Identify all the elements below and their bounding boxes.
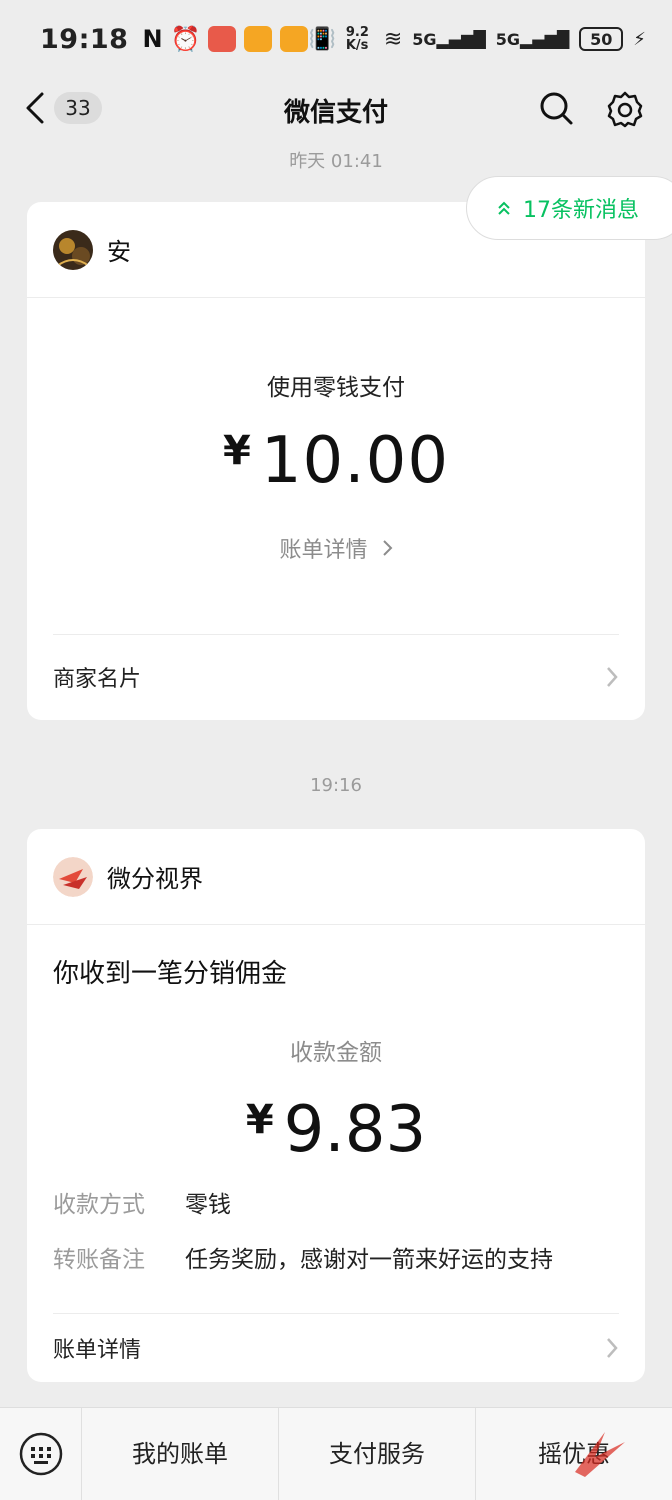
amount-label: 收款金额 xyxy=(290,1040,382,1066)
currency-symbol: ¥ xyxy=(245,1097,274,1143)
weibo-icon xyxy=(280,26,309,52)
nfc-icon: N xyxy=(142,25,163,53)
status-notification-icons: N ⏰ xyxy=(142,25,309,53)
signal-5g-icon: 5G▂▄▆█ xyxy=(495,29,570,49)
status-system-icons: 📳 9.2 K/s ≋ 5G▂▄▆█ 5G▂▄▆█ 50 ⚡ xyxy=(308,26,645,52)
amount-value: 10.00 xyxy=(260,424,450,498)
payment-method-value: 零钱 xyxy=(185,1192,231,1218)
gear-icon xyxy=(607,91,643,128)
card-header: 微分视界 xyxy=(27,829,645,925)
transfer-note-row: 转账备注 任务奖励，感谢对一箭来好运的支持 xyxy=(53,1240,553,1274)
new-messages-label: 17条新消息 xyxy=(523,198,639,223)
message-timestamp: 昨天 01:41 xyxy=(289,151,383,172)
menu-my-bills[interactable]: 我的账单 xyxy=(82,1407,279,1500)
search-icon xyxy=(540,92,573,125)
chevron-right-icon xyxy=(607,667,618,687)
search-button[interactable] xyxy=(538,90,574,126)
new-messages-button[interactable]: 17条新消息 xyxy=(466,176,672,240)
chevron-right-icon xyxy=(382,540,392,556)
merchant-card-label: 商家名片 xyxy=(53,667,142,692)
avatar xyxy=(53,856,93,897)
sender-name: 微分视界 xyxy=(107,865,203,893)
keyboard-toggle-button[interactable] xyxy=(0,1407,82,1500)
payment-card[interactable]: 安 使用零钱支付 ¥10.00 账单详情 商家名片 xyxy=(27,202,645,720)
vibrate-icon: 📳 xyxy=(308,26,336,52)
avatar xyxy=(53,229,93,270)
payment-amount: ¥10.00 xyxy=(27,424,645,498)
notification-title: 你收到一笔分销佣金 xyxy=(53,959,288,989)
bill-detail-row[interactable]: 账单详情 xyxy=(27,1313,645,1382)
payment-label: 使用零钱支付 xyxy=(267,375,405,401)
payment-amount: ¥9.83 xyxy=(27,1093,645,1167)
weibo-icon xyxy=(244,26,273,52)
bill-detail-label: 账单详情 xyxy=(53,1337,142,1363)
commission-card[interactable]: 微分视界 你收到一笔分销佣金 收款金额 ¥9.83 收款方式 零钱 转账备注 任… xyxy=(27,829,645,1382)
alarm-icon: ⏰ xyxy=(170,25,201,53)
sender-name: 安 xyxy=(107,238,131,266)
settings-button[interactable] xyxy=(606,90,644,128)
keyboard-icon xyxy=(19,1432,62,1476)
menu-payment-services[interactable]: 支付服务 xyxy=(279,1407,476,1500)
double-chevron-up-icon xyxy=(498,201,510,215)
amount-value: 9.83 xyxy=(283,1093,427,1167)
battery-icon: 50 xyxy=(579,27,624,51)
status-bar: 19:18 N ⏰ 📳 9.2 K/s ≋ 5G▂▄▆█ 5G▂▄▆█ 50 ⚡ xyxy=(0,0,672,78)
bill-detail-link[interactable]: 账单详情 xyxy=(27,532,645,564)
app-header: 33 微信支付 xyxy=(0,78,672,140)
net-speed: 9.2 K/s xyxy=(345,25,369,53)
watermark-logo xyxy=(575,1432,625,1477)
transfer-note-value: 任务奖励，感谢对一箭来好运的支持 xyxy=(185,1247,553,1273)
transfer-note-key: 转账备注 xyxy=(53,1247,145,1273)
signal-5g-icon: 5G▂▄▆█ xyxy=(412,29,486,49)
payment-method-key: 收款方式 xyxy=(53,1192,145,1218)
chevron-right-icon xyxy=(607,1337,618,1358)
payment-method-row: 收款方式 零钱 xyxy=(53,1185,231,1219)
bill-detail-label: 账单详情 xyxy=(279,538,368,563)
charging-icon: ⚡ xyxy=(633,28,646,50)
message-timestamp: 19:16 xyxy=(310,775,362,796)
app-notification-icon xyxy=(208,26,237,52)
currency-symbol: ¥ xyxy=(222,428,251,474)
wifi-icon: ≋ xyxy=(383,26,403,52)
status-time: 19:18 xyxy=(40,23,129,55)
merchant-card-row[interactable]: 商家名片 xyxy=(27,634,645,720)
